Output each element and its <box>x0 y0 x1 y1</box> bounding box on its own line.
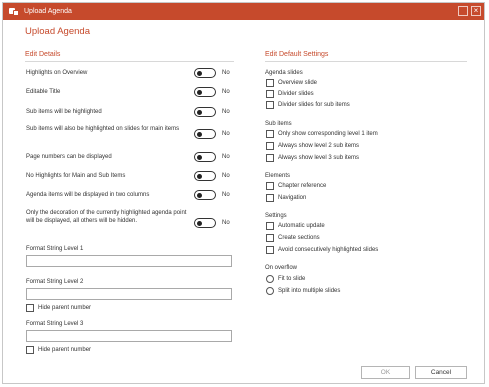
avoid-consecutive-checkbox[interactable] <box>266 246 274 254</box>
format-level-1-input[interactable] <box>26 255 232 267</box>
toggle-label-no-highlights: No Highlights for Main and Sub Items <box>26 173 126 179</box>
only-level1-checkbox[interactable] <box>266 130 274 138</box>
toggle-label-decoration-only: Only the decoration of the currently hig… <box>26 210 187 224</box>
toggle-state: No <box>222 131 230 137</box>
split-slides-label: Split into multiple slides <box>278 288 341 294</box>
divider-slides-label: Divider slides <box>278 91 314 97</box>
close-icon[interactable]: × <box>471 6 481 16</box>
agenda-slides-heading: Agenda slides <box>265 70 303 76</box>
default-settings-divider <box>265 61 467 62</box>
format-level-1-label: Format String Level 1 <box>26 246 84 252</box>
automatic-update-checkbox[interactable] <box>266 222 274 230</box>
always-level2-checkbox[interactable] <box>266 142 274 150</box>
title-bar: Upload Agenda × <box>3 3 484 20</box>
navigation-label: Navigation <box>278 195 307 201</box>
chapter-reference-checkbox[interactable] <box>266 182 274 190</box>
toggle-state: No <box>222 109 230 115</box>
edit-details-title: Edit Details <box>25 51 61 58</box>
chapter-reference-label: Chapter reference <box>278 183 327 189</box>
toggle-no-highlights[interactable] <box>194 171 216 181</box>
toggle-editable-title[interactable] <box>194 87 216 97</box>
navigation-checkbox[interactable] <box>266 194 274 202</box>
edit-default-settings-title: Edit Default Settings <box>265 51 329 58</box>
automatic-update-label: Automatic update <box>278 223 325 229</box>
toggle-state: No <box>222 89 230 95</box>
divider-slides-sub-items-checkbox[interactable] <box>266 101 274 109</box>
divider-slides-checkbox[interactable] <box>266 90 274 98</box>
overview-slide-checkbox[interactable] <box>266 79 274 87</box>
agenda-app-icon <box>9 7 19 17</box>
hide-parent-number-3-checkbox[interactable] <box>26 346 34 354</box>
overview-slide-label: Overview slide <box>278 80 318 86</box>
toggle-state: No <box>222 192 230 198</box>
only-level1-label: Only show corresponding level 1 item <box>278 131 378 137</box>
format-level-3-input[interactable] <box>26 330 232 342</box>
toggle-highlights-overview[interactable] <box>194 68 216 78</box>
always-level3-label: Always show level 3 sub items <box>278 155 360 161</box>
settings-heading: Settings <box>265 213 287 219</box>
toggle-page-numbers[interactable] <box>194 152 216 162</box>
split-slides-radio[interactable] <box>266 287 274 295</box>
toggle-decoration-only[interactable] <box>194 218 216 228</box>
avoid-consecutive-label: Avoid consecutively highlighted slides <box>278 247 379 253</box>
toggle-label-two-columns: Agenda items will be displayed in two co… <box>26 192 150 198</box>
toggle-label-editable-title: Editable Title <box>26 89 61 95</box>
format-level-2-input[interactable] <box>26 288 232 300</box>
toggle-state: No <box>222 220 230 226</box>
hide-parent-number-2-label: Hide parent number <box>38 305 92 311</box>
always-level2-label: Always show level 2 sub items <box>278 143 360 149</box>
sub-items-heading: Sub items <box>265 121 292 127</box>
page-title: Upload Agenda <box>25 26 90 37</box>
toggle-label-page-numbers: Page numbers can be displayed <box>26 154 112 160</box>
toggle-label-sub-items-main-slides: Sub items will also be highlighted on sl… <box>26 126 180 132</box>
toggle-state: No <box>222 154 230 160</box>
toggle-label-sub-items-highlighted: Sub items will be highlighted <box>26 109 102 115</box>
divider-slides-sub-items-label: Divider slides for sub items <box>278 102 350 108</box>
ok-button[interactable]: OK <box>361 366 410 379</box>
toggle-label-highlights-overview: Highlights on Overview <box>26 70 88 76</box>
toggle-sub-items-main-slides[interactable] <box>194 129 216 139</box>
on-overflow-heading: On overflow <box>265 265 298 271</box>
window-title: Upload Agenda <box>24 8 72 15</box>
toggle-state: No <box>222 173 230 179</box>
edit-details-divider <box>25 61 234 62</box>
format-level-3-label: Format String Level 3 <box>26 321 84 327</box>
elements-heading: Elements <box>265 173 291 179</box>
cancel-button[interactable]: Cancel <box>415 366 467 379</box>
fit-to-slide-label: Fit to slide <box>278 276 306 282</box>
maximize-icon[interactable] <box>458 6 468 16</box>
create-sections-checkbox[interactable] <box>266 234 274 242</box>
create-sections-label: Create sections <box>278 235 320 241</box>
toggle-sub-items-highlighted[interactable] <box>194 107 216 117</box>
fit-to-slide-radio[interactable] <box>266 275 274 283</box>
toggle-two-columns[interactable] <box>194 190 216 200</box>
format-level-2-label: Format String Level 2 <box>26 279 84 285</box>
toggle-state: No <box>222 70 230 76</box>
hide-parent-number-3-label: Hide parent number <box>38 347 92 353</box>
hide-parent-number-2-checkbox[interactable] <box>26 304 34 312</box>
always-level3-checkbox[interactable] <box>266 154 274 162</box>
